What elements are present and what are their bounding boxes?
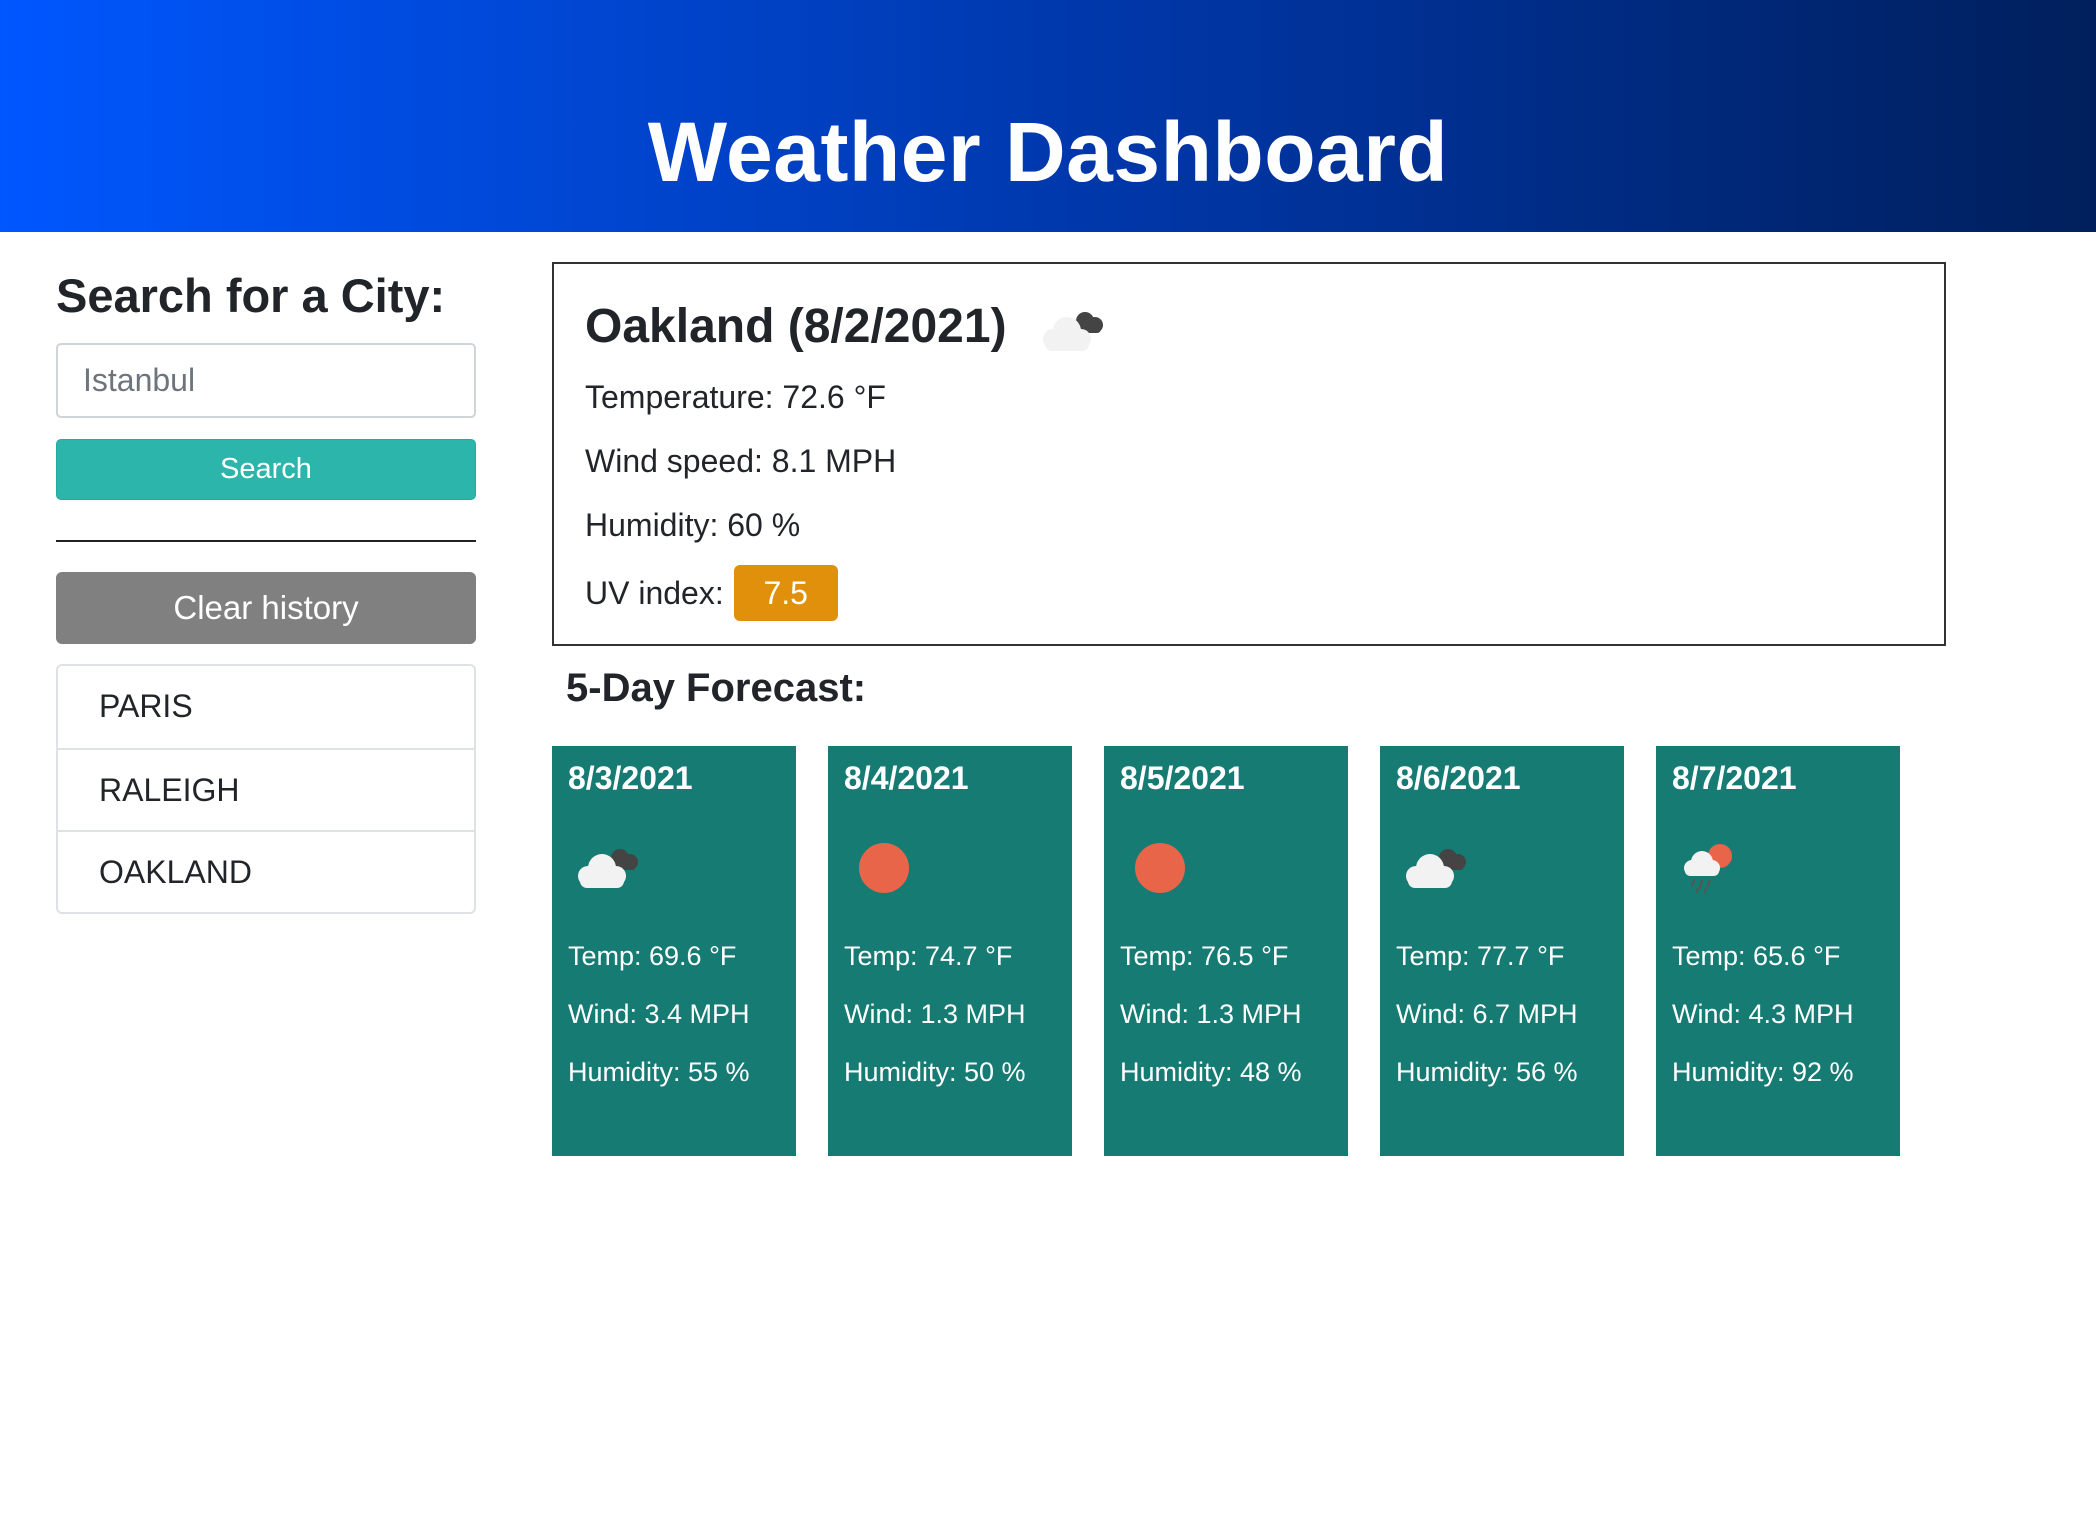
- forecast-wind: Wind: 4.3 MPH: [1672, 999, 1854, 1029]
- search-sidebar: Search for a City: Search Clear history …: [56, 264, 476, 914]
- partly-cloudy-icon: [578, 849, 638, 888]
- forecast-temp: Temp: 77.7 °F: [1396, 941, 1565, 971]
- forecast-date: 8/3/2021: [568, 760, 693, 796]
- clear-history-button[interactable]: Clear history: [56, 572, 476, 644]
- forecast-wind: Wind: 6.7 MPH: [1396, 999, 1578, 1029]
- uv-index-badge: 7.5: [733, 565, 838, 621]
- forecast-humidity: Humidity: 55 %: [568, 1057, 750, 1087]
- history-item-paris[interactable]: PARIS: [58, 666, 474, 748]
- current-temperature: Temperature: 72.6 °F: [585, 379, 886, 415]
- city-search-input[interactable]: [56, 343, 476, 418]
- forecast-date: 8/6/2021: [1396, 760, 1521, 796]
- forecast-date: 8/7/2021: [1672, 760, 1797, 796]
- forecast-wind: Wind: 3.4 MPH: [568, 999, 750, 1029]
- history-item-raleigh[interactable]: RALEIGH: [58, 748, 474, 830]
- search-history-list: PARIS RALEIGH OAKLAND: [56, 664, 476, 914]
- forecast-card: 8/6/2021 Temp: 77.7 °F Wind: 6.7 MPH Hum…: [1380, 746, 1624, 1156]
- forecast-card: 8/3/2021 Temp: 69.6 °F Wind: 3.4 MPH Hum…: [552, 746, 796, 1156]
- current-humidity: Humidity: 60 %: [585, 507, 801, 543]
- sun-icon: [859, 843, 909, 893]
- forecast-date: 8/4/2021: [844, 760, 969, 796]
- forecast-date: 8/5/2021: [1120, 760, 1245, 796]
- current-wind: Wind speed: 8.1 MPH: [585, 443, 897, 479]
- forecast-humidity: Humidity: 92 %: [1672, 1057, 1854, 1087]
- forecast-temp: Temp: 74.7 °F: [844, 941, 1013, 971]
- sidebar-divider: [56, 540, 476, 542]
- page-header: Weather Dashboard: [0, 0, 2096, 232]
- search-button[interactable]: Search: [56, 439, 476, 500]
- partly-cloudy-icon: [1042, 311, 1103, 351]
- current-city-title: Oakland (8/2/2021): [585, 299, 1007, 353]
- current-weather-panel: Oakland (8/2/2021) Temperature: 72.6 °F …: [552, 262, 1946, 646]
- rain-sun-icon: [1684, 844, 1732, 893]
- forecast-temp: Temp: 65.6 °F: [1672, 941, 1841, 971]
- forecast-heading: 5-Day Forecast:: [566, 666, 867, 710]
- forecast-humidity: Humidity: 50 %: [844, 1057, 1026, 1087]
- search-heading: Search for a City:: [56, 269, 446, 322]
- forecast-card: 8/5/2021 Temp: 76.5 °F Wind: 1.3 MPH Hum…: [1104, 746, 1348, 1156]
- sun-icon: [1135, 843, 1185, 893]
- partly-cloudy-icon: [1406, 849, 1466, 888]
- forecast-temp: Temp: 76.5 °F: [1120, 941, 1289, 971]
- forecast-wind: Wind: 1.3 MPH: [844, 999, 1026, 1029]
- forecast-temp: Temp: 69.6 °F: [568, 941, 737, 971]
- page-title: Weather Dashboard: [647, 105, 1449, 199]
- forecast-card: 8/4/2021 Temp: 74.7 °F Wind: 1.3 MPH Hum…: [828, 746, 1072, 1156]
- forecast-card: 8/7/2021 Temp: 65.6 °F Wind: 4.3 MPH Hum…: [1656, 746, 1900, 1156]
- history-item-oakland[interactable]: OAKLAND: [58, 830, 474, 912]
- forecast-humidity: Humidity: 48 %: [1120, 1057, 1302, 1087]
- forecast-humidity: Humidity: 56 %: [1396, 1057, 1578, 1087]
- forecast-wind: Wind: 1.3 MPH: [1120, 999, 1302, 1029]
- uv-index-label: UV index:: [585, 575, 724, 611]
